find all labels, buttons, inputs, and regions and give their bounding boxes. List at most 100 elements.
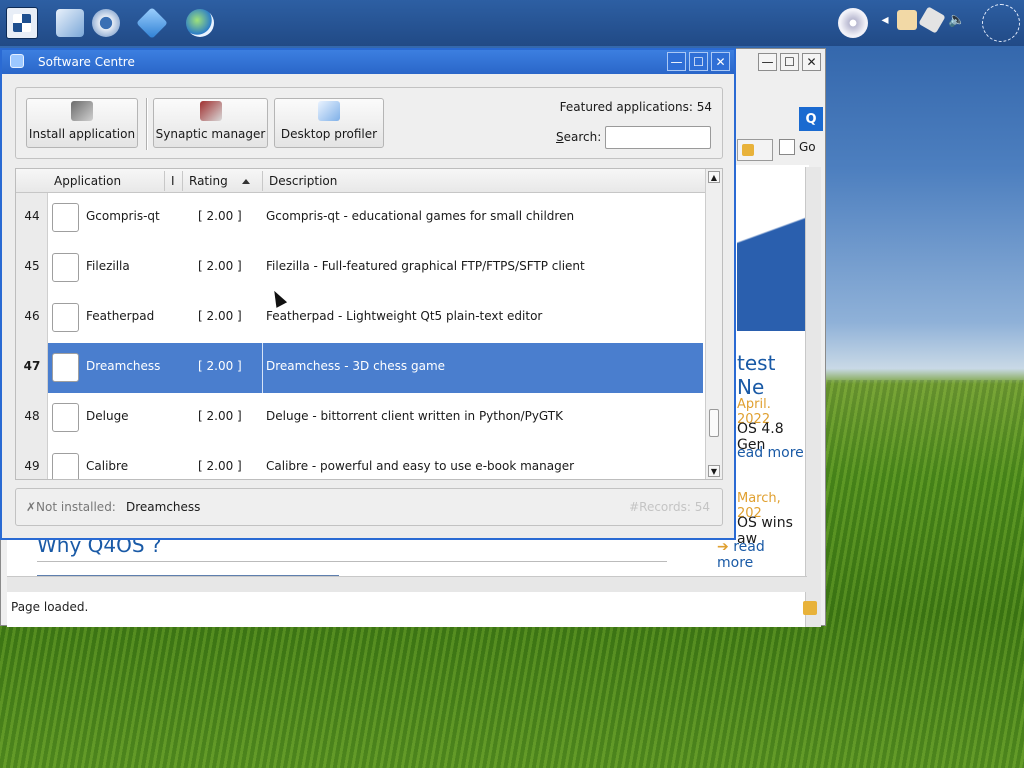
app-rating: [ 2.00 ] xyxy=(198,259,242,273)
install-label: Install application xyxy=(28,127,136,141)
status-lock-icon xyxy=(803,601,817,615)
network-icon[interactable] xyxy=(918,6,946,34)
synaptic-icon xyxy=(199,101,222,121)
app-checkbox[interactable] xyxy=(52,303,79,332)
app-name: Dreamchess xyxy=(86,359,161,373)
security-lock-icon[interactable] xyxy=(737,139,773,161)
browser-horizontal-scrollbar[interactable] xyxy=(7,576,807,592)
go-label: Go xyxy=(799,140,816,154)
app-checkbox[interactable] xyxy=(52,253,79,282)
tools-icon[interactable] xyxy=(897,10,917,30)
toolbar-separator xyxy=(146,98,148,150)
header-separator xyxy=(262,171,263,191)
header-installed[interactable]: I xyxy=(171,174,175,188)
software-box-icon[interactable] xyxy=(134,5,170,41)
table-row[interactable]: 49 Calibre [ 2.00 ] Calibre - powerful a… xyxy=(16,443,706,479)
close-button[interactable]: ✕ xyxy=(711,52,730,71)
app-rating: [ 2.00 ] xyxy=(198,459,242,473)
maximize-button[interactable]: ☐ xyxy=(689,52,708,71)
table-row[interactable]: 45 Filezilla [ 2.00 ] Filezilla - Full-f… xyxy=(16,243,706,293)
scrollbar-thumb[interactable] xyxy=(709,409,719,437)
latest-news-heading: test Ne xyxy=(737,351,776,399)
software-centre-window: Software Centre — ☐ ✕ Install applicatio… xyxy=(0,48,736,540)
selected-app-name: Dreamchess xyxy=(126,500,201,514)
app-description: Gcompris-qt - educational games for smal… xyxy=(266,209,575,223)
app-checkbox[interactable] xyxy=(52,453,79,479)
app-description: Deluge - bittorrent client written in Py… xyxy=(266,409,563,423)
top-panel: ◂ 🔈 xyxy=(0,0,1024,46)
app-description: Featherpad - Lightweight Qt5 plain-text … xyxy=(266,309,543,323)
read-more-link-1[interactable]: ead more xyxy=(737,445,804,461)
hero-banner xyxy=(737,165,809,331)
start-menu-icon[interactable] xyxy=(6,7,38,39)
settings-gear-icon[interactable] xyxy=(88,5,124,41)
editor-icon[interactable] xyxy=(52,5,88,41)
header-separator xyxy=(182,171,183,191)
profiler-icon xyxy=(318,101,340,121)
desktop-profiler-button[interactable]: Desktop profiler xyxy=(274,98,384,148)
table-vertical-scrollbar[interactable]: ▲ ▼ xyxy=(705,169,722,479)
browser-close-button[interactable]: ✕ xyxy=(802,53,821,71)
app-rating: [ 2.00 ] xyxy=(198,309,242,323)
scroll-up-icon[interactable]: ▲ xyxy=(708,171,720,183)
browser-vertical-scrollbar[interactable] xyxy=(805,167,821,627)
site-logo-icon: Q xyxy=(799,107,823,131)
install-icon xyxy=(71,101,93,121)
cd-icon[interactable] xyxy=(838,8,868,38)
featured-label: Featured applications: xyxy=(559,100,693,114)
scroll-down-icon[interactable]: ▼ xyxy=(708,465,720,477)
browser-window-controls: — ☐ ✕ xyxy=(758,53,821,71)
app-rating: [ 2.00 ] xyxy=(198,409,242,423)
table-row-selected[interactable]: 47 Dreamchess [ 2.00 ] Dreamchess - 3D c… xyxy=(16,343,706,393)
minimize-button[interactable]: — xyxy=(667,52,686,71)
read-more-link-2[interactable]: ➔ read more xyxy=(717,539,805,571)
table-header: Application I Rating Description xyxy=(16,169,706,193)
clock-icon[interactable] xyxy=(982,4,1020,42)
app-checkbox[interactable] xyxy=(52,203,79,232)
row-number: 45 xyxy=(24,259,40,273)
go-button[interactable]: Go xyxy=(779,139,816,155)
window-title: Software Centre xyxy=(38,55,135,69)
install-application-button[interactable]: Install application xyxy=(26,98,138,148)
not-installed-label: ✗Not installed: xyxy=(26,500,116,514)
table-row[interactable]: 48 Deluge [ 2.00 ] Deluge - bittorrent c… xyxy=(16,393,706,443)
app-name: Calibre xyxy=(86,459,129,473)
app-description: Dreamchess - 3D chess game xyxy=(266,359,446,373)
arrow-left-icon[interactable]: ◂ xyxy=(880,10,890,30)
header-rating[interactable]: Rating xyxy=(189,174,228,188)
sort-ascending-icon xyxy=(242,179,250,184)
header-separator xyxy=(164,171,165,191)
records-count: #Records: 54 xyxy=(629,500,710,514)
applications-table: Application I Rating Description 44 Gcom… xyxy=(15,168,723,480)
app-name: Filezilla xyxy=(86,259,130,273)
row-number: 47 xyxy=(23,359,41,373)
search-input[interactable] xyxy=(605,126,711,149)
table-row[interactable]: 46 Featherpad [ 2.00 ] Featherpad - Ligh… xyxy=(16,293,706,343)
app-checkbox[interactable] xyxy=(52,403,79,432)
volume-icon[interactable]: 🔈 xyxy=(946,10,968,30)
app-rating: [ 2.00 ] xyxy=(198,359,242,373)
browser-globe-icon[interactable] xyxy=(182,5,218,41)
featured-applications: Featured applications: 54 xyxy=(560,100,712,114)
app-name: Featherpad xyxy=(86,309,155,323)
browser-status-text: Page loaded. xyxy=(11,600,89,614)
header-application[interactable]: Application xyxy=(54,174,121,188)
heading-divider xyxy=(37,561,667,562)
window-titlebar[interactable]: Software Centre — ☐ ✕ xyxy=(2,50,734,74)
app-name: Deluge xyxy=(86,409,129,423)
synaptic-manager-button[interactable]: Synaptic manager xyxy=(153,98,268,148)
browser-minimize-button[interactable]: — xyxy=(758,53,777,71)
header-description[interactable]: Description xyxy=(269,174,337,188)
app-description: Filezilla - Full-featured graphical FTP/… xyxy=(266,259,585,273)
app-rating: [ 2.00 ] xyxy=(198,209,242,223)
window-controls: — ☐ ✕ xyxy=(667,52,730,71)
toolbar: Install application Synaptic manager Des… xyxy=(15,87,723,159)
table-row[interactable]: 44 Gcompris-qt [ 2.00 ] Gcompris-qt - ed… xyxy=(16,193,706,243)
search-label-mnemonic: S xyxy=(556,130,564,144)
app-checkbox[interactable] xyxy=(52,353,79,382)
status-panel: ✗Not installed: Dreamchess #Records: 54 xyxy=(15,488,723,526)
search-label-text: earch: xyxy=(563,130,602,144)
browser-maximize-button[interactable]: ☐ xyxy=(780,53,799,71)
row-number: 49 xyxy=(24,459,40,473)
synaptic-label: Synaptic manager xyxy=(155,127,266,141)
